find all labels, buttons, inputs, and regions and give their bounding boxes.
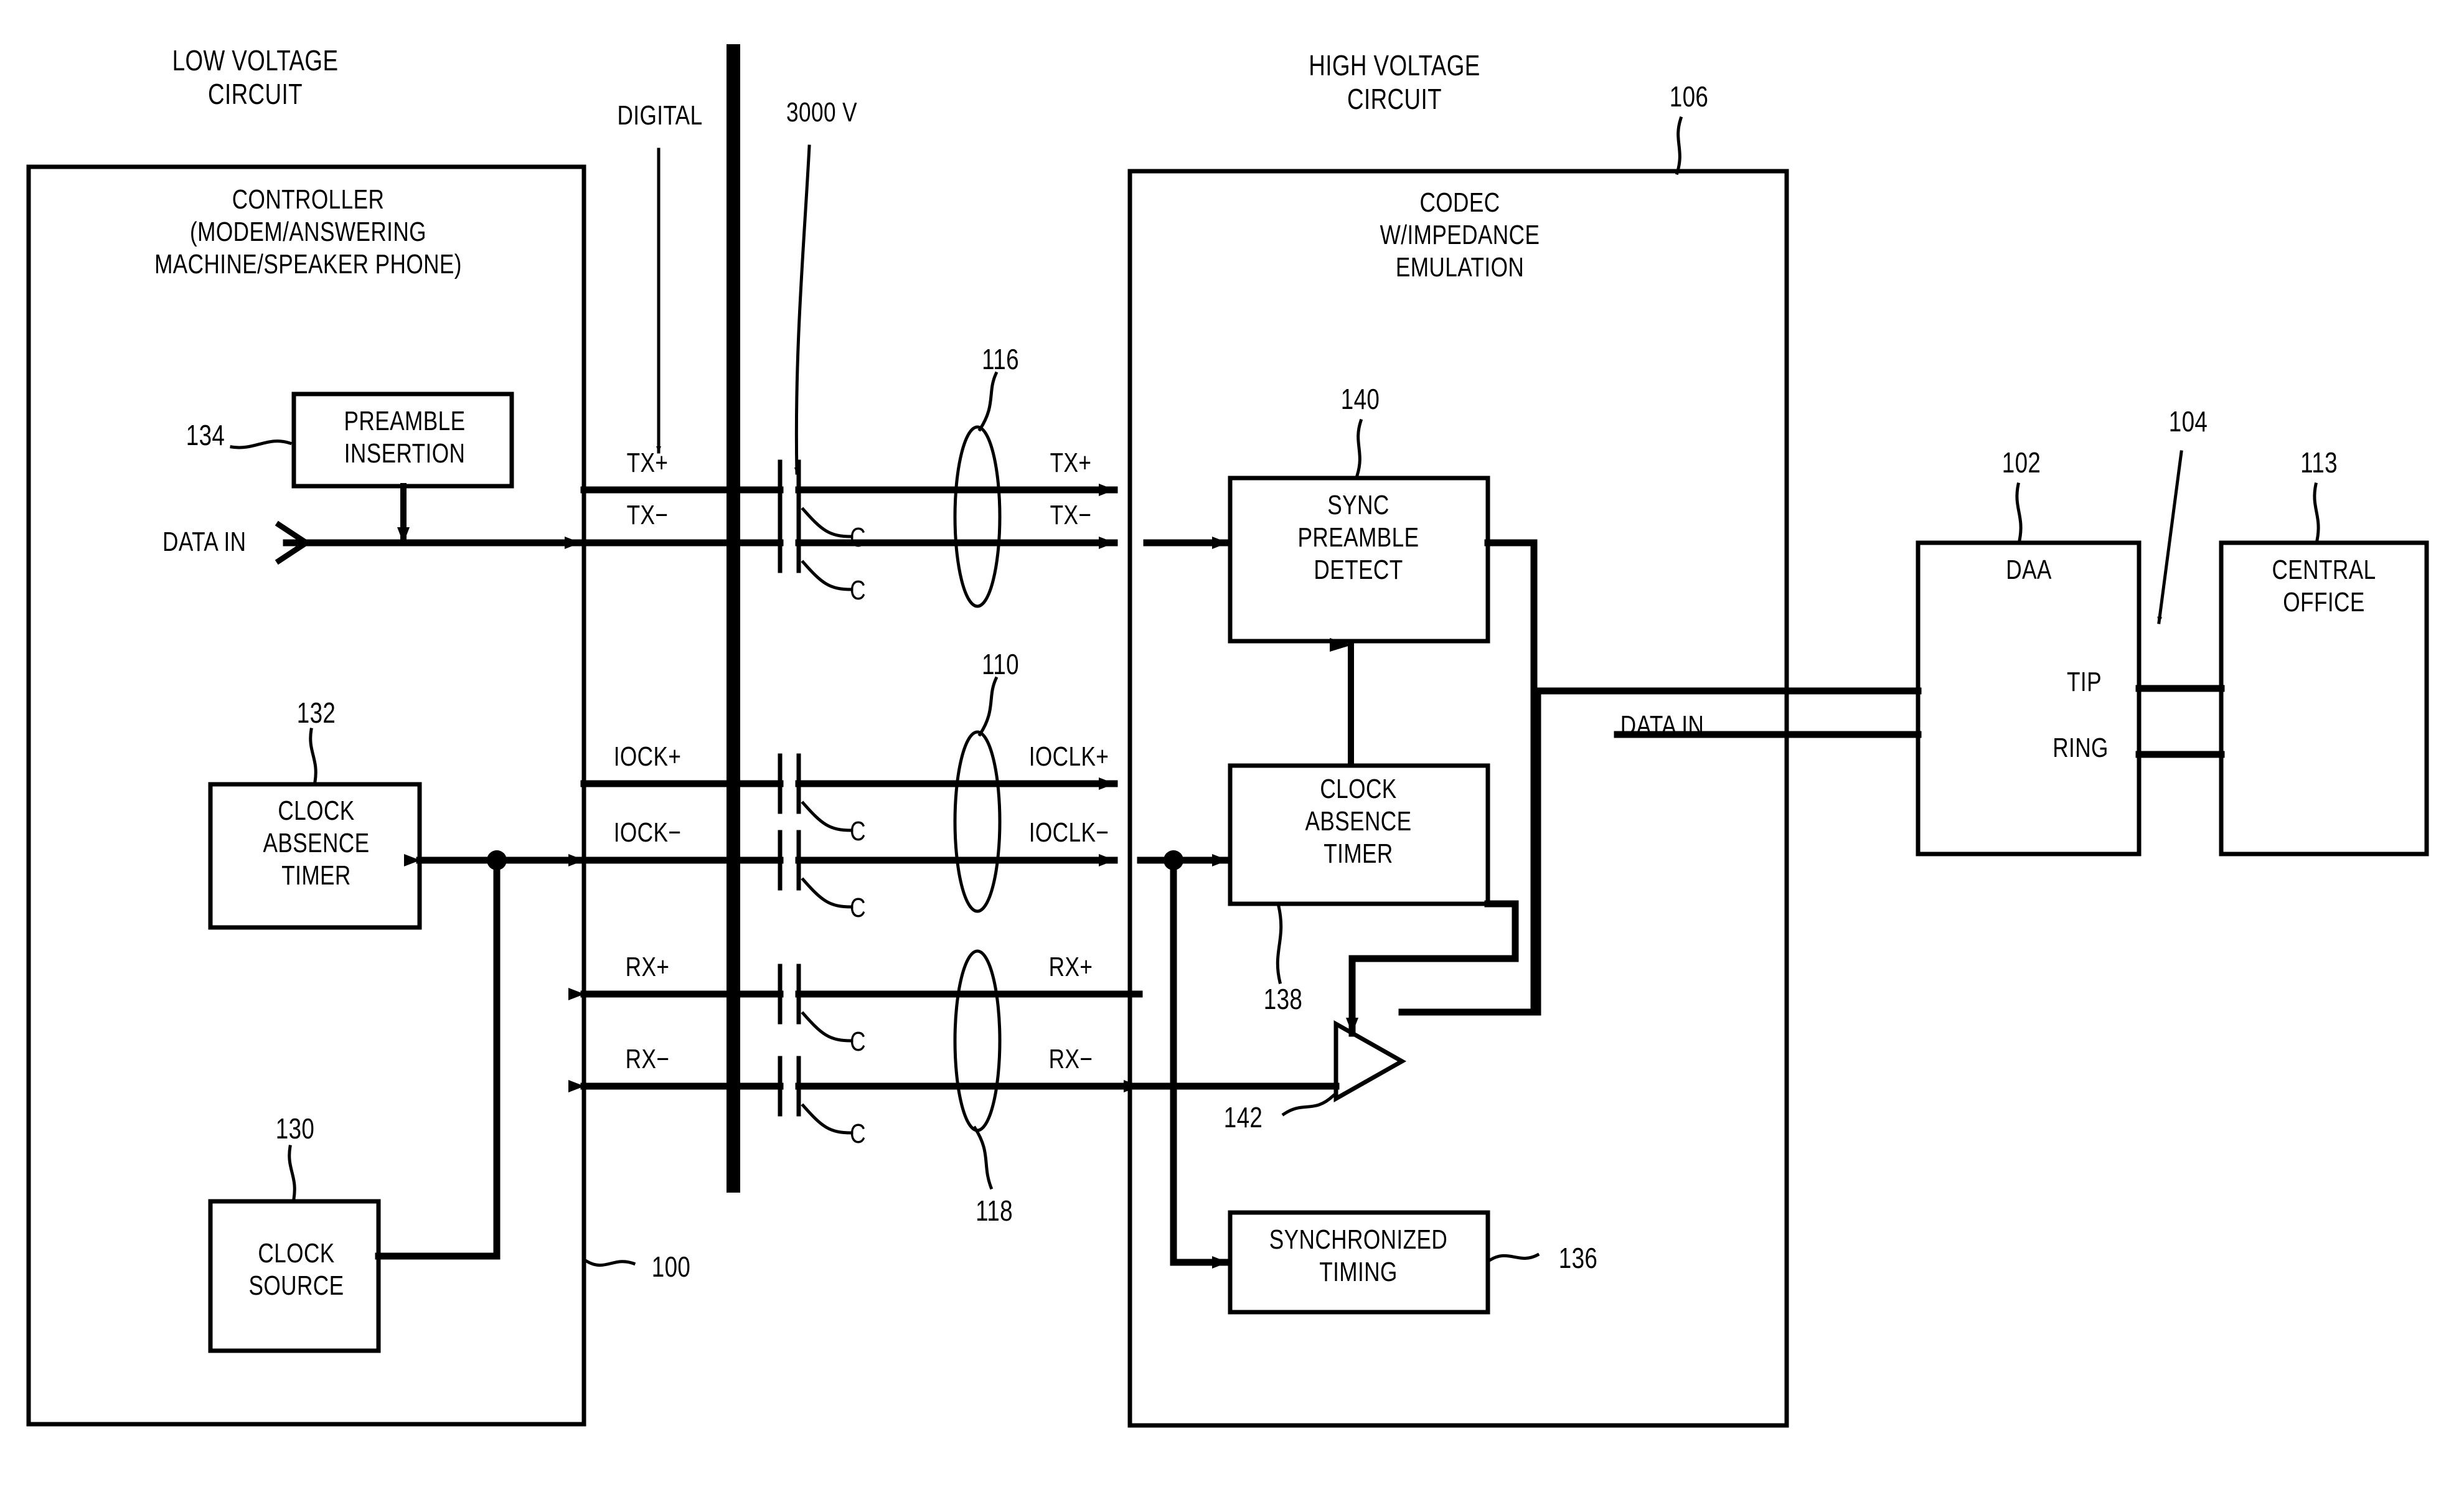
leader-130: [288, 1145, 296, 1201]
ref-110: 110: [982, 648, 1019, 680]
codec-label: CODEC W/IMPEDANCE EMULATION: [1380, 187, 1540, 283]
figure-canvas: LOW VOLTAGE CIRCUIT HIGH VOLTAGE CIRCUIT…: [0, 0, 2464, 1497]
leader-142: [1281, 1093, 1336, 1117]
signal-right-tx-plus: TX+: [1050, 448, 1092, 478]
high-voltage-heading: HIGH VOLTAGE CIRCUIT: [1309, 49, 1480, 116]
capacitor-label-1: C: [850, 522, 866, 553]
leader-102: [2015, 482, 2023, 542]
capacitor-label-2: C: [850, 575, 866, 606]
signal-left-tx-plus: TX+: [626, 448, 669, 478]
signal-right-rx-minus: RX−: [1048, 1044, 1093, 1074]
ref-140: 140: [1340, 383, 1380, 415]
capacitor-label-4: C: [850, 893, 866, 923]
ref-113: 113: [2300, 446, 2338, 479]
leader-100: [584, 1259, 636, 1267]
clock-absence-timer-hv-label: CLOCK ABSENCE TIMER: [1305, 774, 1412, 869]
signal-right-ioclk-minus: IOCLK−: [1028, 817, 1109, 848]
ref-106: 106: [1669, 80, 1709, 113]
sync-preamble-detect-label: SYNC PREAMBLE DETECT: [1297, 490, 1419, 585]
isolation-voltage-label: 3000 V: [786, 97, 857, 128]
leader-113: [2313, 482, 2320, 542]
ref-100: 100: [651, 1251, 691, 1283]
signal-left-rx-minus: RX−: [625, 1044, 670, 1074]
cable-bundle-116-oval: [953, 425, 1002, 608]
clock-absence-timer-lv-label: CLOCK ABSENCE TIMER: [263, 795, 370, 891]
leader-118: [972, 1125, 994, 1190]
signal-left-tx-minus: TX−: [626, 500, 669, 530]
controller-label: CONTROLLER (MODEM/ANSWERING MACHINE/SPEA…: [154, 184, 462, 279]
signal-left-iock-plus: IOCK+: [613, 741, 682, 772]
ref-104: 104: [2168, 405, 2208, 438]
leader-136: [1488, 1252, 1540, 1262]
preamble-insertion-label: PREAMBLE INSERTION: [344, 406, 466, 469]
leader-106: [1675, 116, 1683, 176]
tip-label: TIP: [2067, 667, 2102, 697]
cable-bundle-110-oval: [953, 730, 1002, 913]
signal-left-iock-minus: IOCK−: [613, 817, 682, 848]
ring-label: RING: [2053, 733, 2109, 763]
leader-134: [230, 439, 293, 449]
cable-bundle-118-oval: [953, 949, 1002, 1132]
ref-116: 116: [982, 343, 1019, 375]
leader-138: [1276, 904, 1283, 985]
ref-138: 138: [1263, 983, 1303, 1015]
ref-130: 130: [275, 1112, 315, 1145]
ref-132: 132: [296, 697, 336, 729]
ref-142: 142: [1223, 1101, 1263, 1133]
daa-box: [1916, 540, 2142, 856]
capacitor-label-3: C: [850, 816, 866, 847]
leader-116: [977, 371, 999, 432]
signal-right-rx-plus: RX+: [1048, 952, 1093, 982]
daa-label: DAA: [2006, 555, 2052, 585]
low-voltage-heading: LOW VOLTAGE CIRCUIT: [172, 44, 339, 111]
signal-right-ioclk-plus: IOCLK+: [1028, 741, 1109, 772]
leader-110: [977, 676, 999, 737]
amplifier-triangle: [1333, 1020, 1407, 1103]
isolation-voltage-arrow: [794, 144, 811, 475]
data-in-left-label: DATA IN: [162, 527, 247, 557]
line-ref-104-arrow: [2157, 450, 2183, 624]
ref-134: 134: [186, 419, 225, 451]
ref-136: 136: [1558, 1242, 1598, 1274]
ref-118: 118: [976, 1194, 1013, 1227]
data-in-right-label: DATA IN: [1620, 710, 1705, 741]
clock-source-label: CLOCK SOURCE: [248, 1238, 344, 1301]
capacitor-label-5: C: [850, 1026, 866, 1057]
digital-label: DIGITAL: [617, 100, 703, 131]
leader-132: [309, 728, 317, 784]
signal-right-tx-minus: TX−: [1050, 500, 1092, 530]
signal-left-rx-plus: RX+: [625, 952, 670, 982]
ref-102: 102: [2001, 446, 2041, 479]
synchronized-timing-label: SYNCHRONIZED TIMING: [1269, 1224, 1448, 1287]
capacitor-label-6: C: [850, 1119, 866, 1149]
central-office-label: CENTRAL OFFICE: [2272, 555, 2376, 617]
leader-140: [1355, 418, 1363, 478]
